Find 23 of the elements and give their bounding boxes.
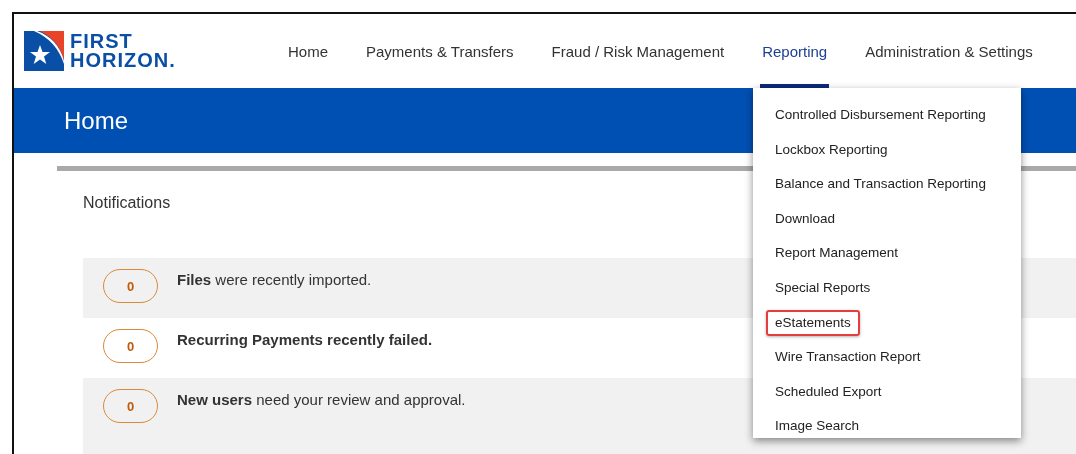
nav-tab[interactable]: Payments & Transfers	[364, 14, 516, 88]
notification-text: Recurring Payments recently failed.	[177, 331, 433, 348]
menu-item[interactable]: Report Management	[766, 240, 908, 267]
menu-item[interactable]: Image Search	[766, 413, 869, 440]
notification-text: Files were recently imported.	[177, 271, 372, 288]
nav-tab[interactable]: Fraud / Risk Management	[549, 14, 727, 88]
logo-wordmark: FIRST	[70, 32, 134, 51]
menu-item[interactable]: eStatements	[766, 309, 860, 336]
menu-item[interactable]: Controlled Disbursement Reporting	[766, 102, 995, 128]
count-badge[interactable]: 0	[103, 329, 158, 363]
logo-wordmark: HORIZON.	[70, 51, 176, 70]
nav-tab[interactable]: Administration & Settings	[863, 14, 1035, 88]
menu-item[interactable]: Download	[766, 205, 845, 232]
star-flag-logo-icon	[24, 31, 64, 71]
menu-item[interactable]: Wire Transaction Report	[766, 344, 930, 371]
menu-item[interactable]: Lockbox Reporting	[766, 136, 897, 163]
section-heading: Notifications	[83, 194, 172, 212]
menu-item[interactable]: Scheduled Export	[766, 378, 891, 405]
notification-text: New users need your review and approval.	[177, 391, 466, 408]
page-title: Home	[64, 106, 129, 135]
menu-item[interactable]: Special Reports	[766, 274, 880, 301]
nav-tab[interactable]: Home	[286, 14, 330, 88]
menu-item[interactable]: Balance and Transaction Reporting	[766, 171, 995, 198]
